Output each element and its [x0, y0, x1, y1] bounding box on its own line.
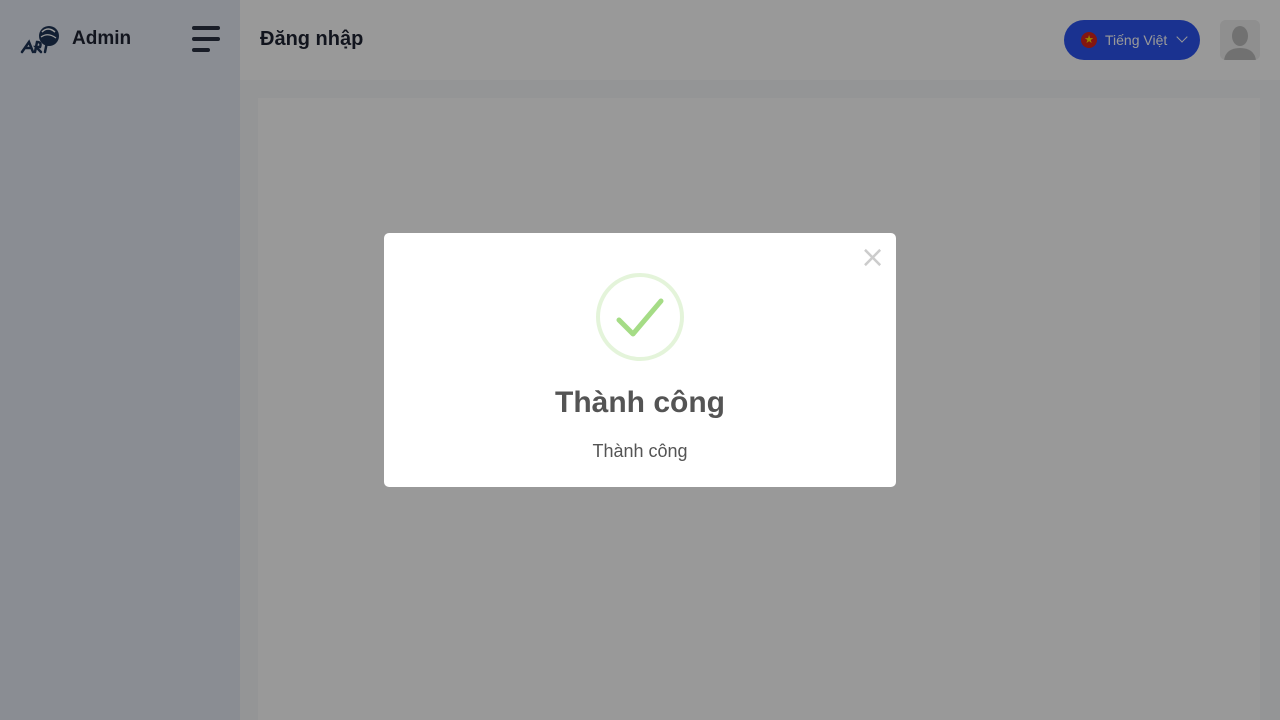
dialog-message: Thành công — [592, 441, 688, 461]
close-icon[interactable]: × — [860, 243, 885, 273]
success-check-icon — [596, 273, 684, 361]
dialog-title: Thành công — [555, 386, 725, 419]
success-dialog: × Thành công Thành công — [384, 233, 896, 487]
